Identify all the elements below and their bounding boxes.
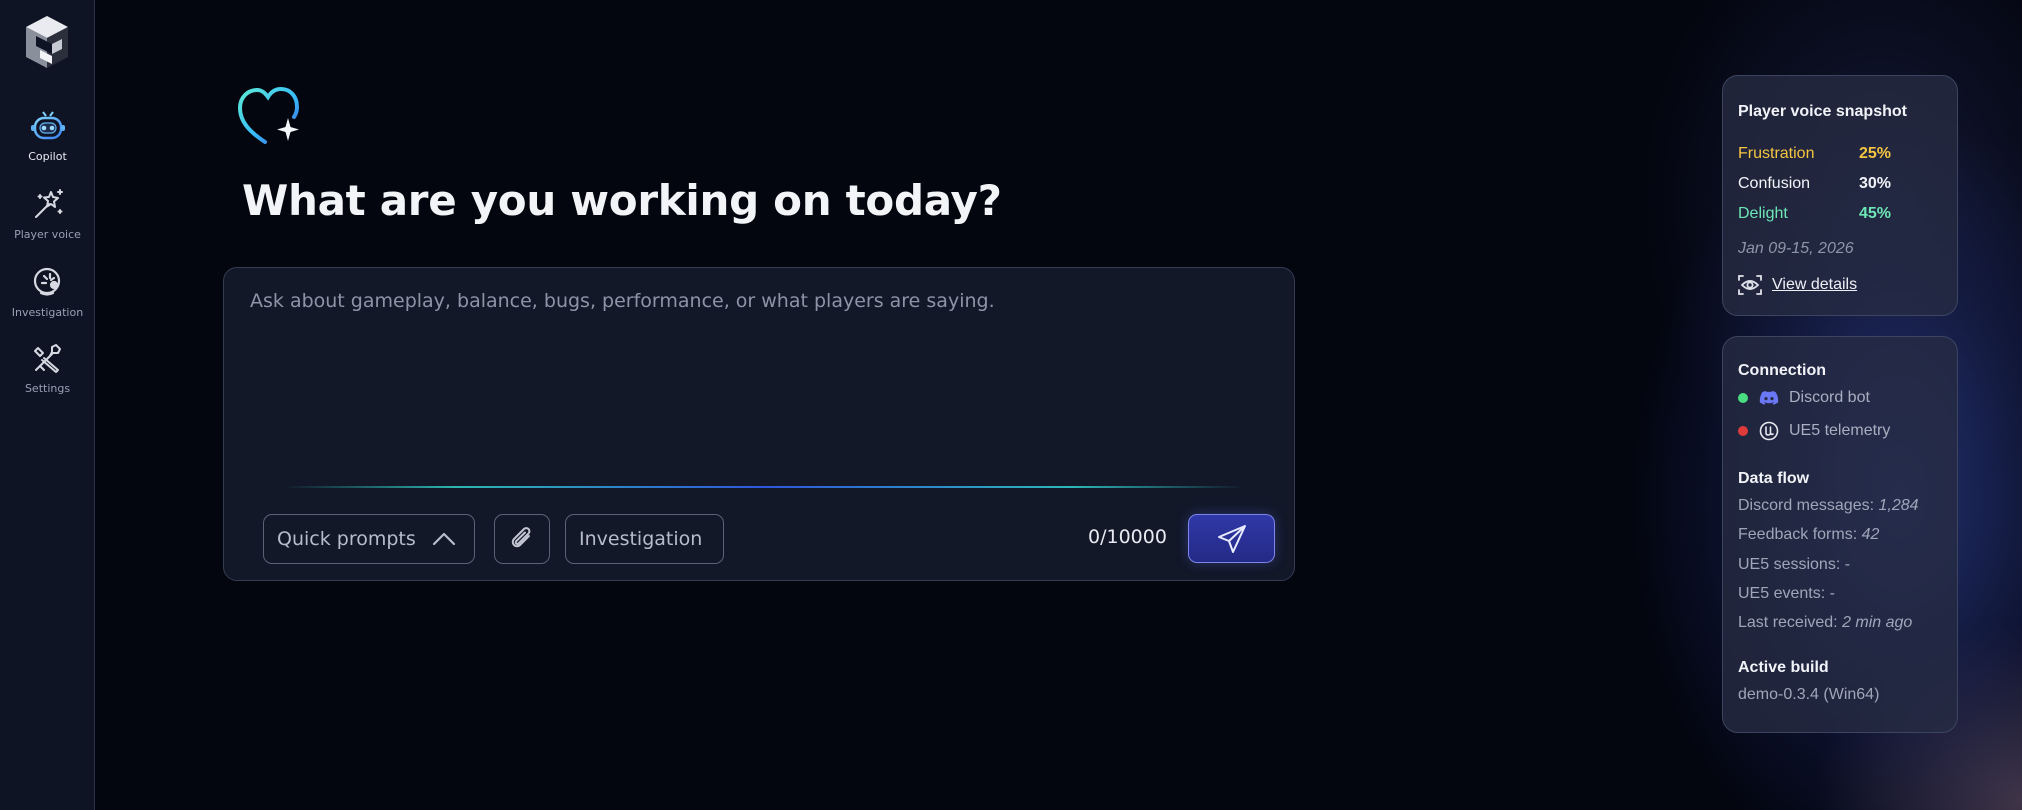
active-build-value: demo-0.3.4 (Win64) (1738, 686, 1880, 703)
data-flow-label: Feedback forms: (1738, 526, 1862, 543)
quick-prompts-label: Quick prompts (277, 528, 416, 550)
eye-scan-icon (1738, 275, 1762, 295)
paperclip-icon (511, 527, 531, 548)
send-button[interactable] (1188, 514, 1275, 563)
investigation-mode-button[interactable]: Investigation (565, 514, 724, 564)
active-build-title: Active build (1738, 659, 1829, 676)
view-details-link[interactable]: View details (1738, 274, 1857, 296)
heart-sparkle-icon (237, 86, 300, 144)
data-flow-item: UE5 events: - (1738, 585, 1835, 603)
discord-icon (1759, 391, 1779, 405)
data-flow-value: 42 (1861, 526, 1880, 543)
stat-delight: Delight 45% (1738, 205, 1891, 223)
investigation-mode-label: Investigation (579, 528, 703, 550)
stat-confusion: Confusion 30% (1738, 175, 1891, 193)
sidebar-item-label: Player voice (14, 228, 81, 241)
data-flow-item: Last received: 2 min ago (1738, 614, 1912, 632)
magic-wand-icon (34, 189, 63, 218)
sidebar-item-investigation[interactable]: Investigation (0, 264, 95, 319)
sidebar-item-player-voice[interactable]: Player voice (0, 186, 95, 241)
data-flow-value: 1,284 (1878, 497, 1919, 514)
stat-name: Delight (1738, 205, 1788, 222)
status-dot (1738, 426, 1748, 436)
service-name: Discord bot (1789, 389, 1870, 406)
status-dot (1738, 393, 1748, 403)
quick-prompts-button[interactable]: Quick prompts (263, 514, 475, 564)
data-flow-title: Data flow (1738, 470, 1810, 487)
input-glow-divider (284, 486, 1244, 488)
data-flow-label: UE5 events: - (1738, 585, 1835, 602)
service-name: UE5 telemetry (1789, 422, 1891, 439)
connection-title: Connection (1738, 362, 1826, 379)
character-counter: 0/10000 (1088, 526, 1167, 548)
sidebar-item-copilot[interactable]: Copilot (0, 108, 95, 163)
data-flow-label: Last received: (1738, 614, 1843, 631)
player-voice-snapshot-card: Player voice snapshot Frustration 25% Con… (1722, 75, 1958, 316)
data-flow-label: Discord messages: (1738, 497, 1879, 514)
page-title: What are you working on today? (242, 176, 1002, 225)
stat-value: 25% (1859, 145, 1892, 162)
app-logo[interactable] (22, 14, 72, 70)
investigation-icon (33, 267, 60, 296)
attach-button[interactable] (494, 514, 550, 564)
sidebar-item-label: Settings (24, 382, 71, 395)
connection-card: Connection Discord bot UE5 telemetry Dat… (1722, 336, 1958, 733)
stat-frustration: Frustration 25% (1738, 145, 1891, 163)
stat-value: 30% (1859, 175, 1892, 192)
data-flow-value: 2 min ago (1842, 614, 1913, 631)
prompt-input[interactable] (250, 290, 1260, 470)
snapshot-title: Player voice snapshot (1738, 103, 1907, 120)
prompt-composer: Quick prompts Investigation 0/10000 (223, 267, 1295, 581)
stat-name: Confusion (1738, 175, 1811, 192)
sidebar-item-label: Copilot (28, 150, 67, 163)
stat-value: 45% (1859, 205, 1892, 222)
data-flow-item: UE5 sessions: - (1738, 556, 1850, 574)
stat-name: Frustration (1738, 145, 1815, 162)
robot-icon (30, 111, 65, 140)
sidebar-item-label: Investigation (11, 306, 84, 319)
service-ue5-telemetry: UE5 telemetry (1738, 421, 1890, 441)
service-discord-bot: Discord bot (1738, 389, 1870, 407)
data-flow-label: UE5 sessions: - (1738, 556, 1851, 573)
send-icon (1217, 524, 1246, 553)
data-flow-item: Discord messages: 1,284 (1738, 497, 1919, 515)
unreal-engine-icon (1759, 421, 1779, 441)
sidebar-item-settings[interactable]: Settings (0, 340, 95, 395)
data-flow-item: Feedback forms: 42 (1738, 526, 1879, 544)
view-details-label: View details (1772, 276, 1858, 293)
tools-icon (33, 344, 61, 373)
sidebar: Copilot Player voice Investigation Setti… (0, 0, 95, 810)
chevron-up-icon (432, 532, 455, 546)
date-range: Jan 09-15, 2026 (1738, 240, 1854, 257)
